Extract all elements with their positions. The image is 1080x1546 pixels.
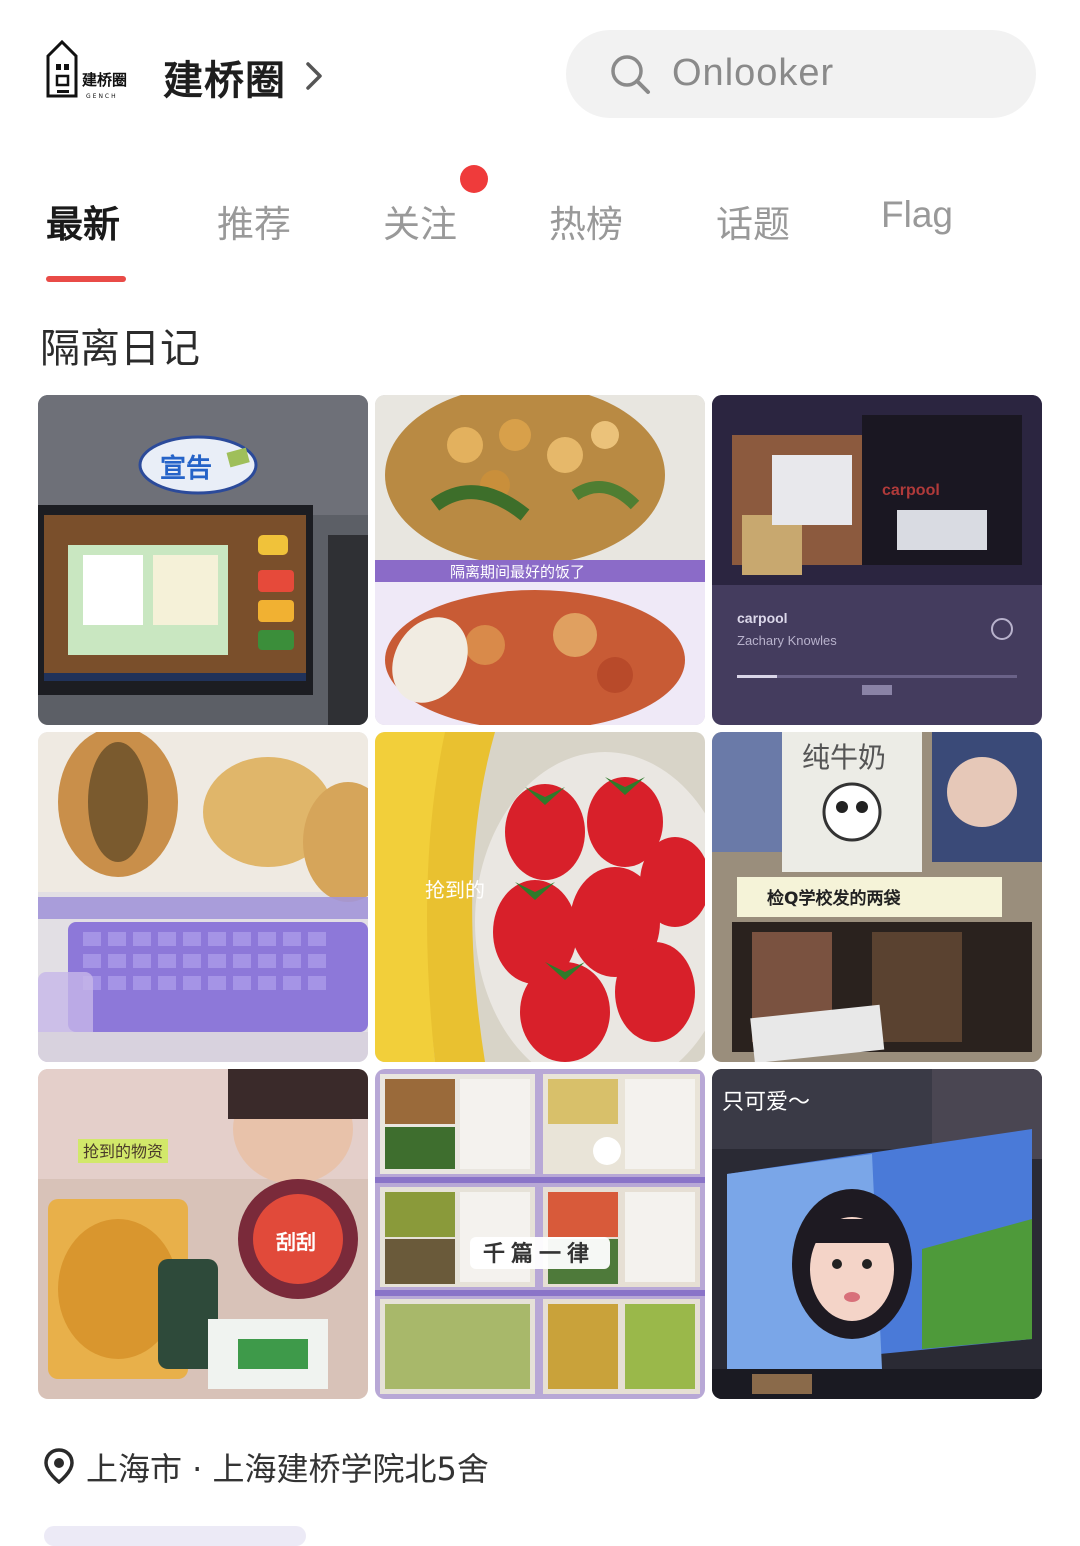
search-box[interactable]: Onlooker (566, 30, 1036, 118)
post-title: 隔离日记 (40, 326, 200, 372)
search-icon (611, 55, 650, 94)
topic-chip-partial[interactable] (44, 1526, 306, 1546)
post-image-2[interactable]: 隔离期间最好的饭了 (375, 395, 705, 725)
caption-cute: 只可爱～ (722, 1090, 810, 1115)
post-image-8[interactable]: 千篇一律 (375, 1069, 705, 1399)
caption-carpool: carpool (882, 482, 940, 499)
tab-topics[interactable]: 话题 (716, 194, 790, 248)
caption-milk: 检Q学校发的两袋 (767, 888, 901, 909)
location-pin-icon (44, 1448, 74, 1484)
image-grid: 宣告 隔离期间最好的饭了 carpool carpool Zachary Kno… (38, 395, 1042, 1400)
post-image-4[interactable] (38, 732, 368, 1062)
post-image-1[interactable]: 宣告 (38, 395, 368, 725)
tab-following[interactable]: 关注 (383, 194, 457, 248)
caption-strawberries: 抢到的 (425, 878, 485, 902)
location-text: 上海市 · 上海建桥学院北5舍 (86, 1450, 489, 1488)
notification-dot (460, 165, 488, 193)
post-image-3[interactable]: carpool carpool Zachary Knowles (712, 395, 1042, 725)
tab-bar: 最新 推荐 关注 热榜 话题 Flag (0, 170, 1080, 290)
song-artist: Zachary Knowles (737, 633, 837, 648)
search-placeholder: Onlooker (672, 52, 835, 94)
top-header: 建桥圈 GENCH 建桥圈 Onlooker (0, 0, 1080, 150)
logo-text: 建桥圈 (82, 71, 127, 89)
post-image-6[interactable]: 纯牛奶 检Q学校发的两袋 (712, 732, 1042, 1062)
tab-recommended[interactable]: 推荐 (217, 194, 291, 248)
post-image-5[interactable]: 抢到的 (375, 732, 705, 1062)
song-title: carpool (737, 610, 788, 626)
tab-hot-list[interactable]: 热榜 (549, 194, 623, 248)
tab-flag[interactable]: Flag (881, 194, 953, 236)
post-image-9[interactable]: 只可爱～ (712, 1069, 1042, 1399)
caption-best-meal: 隔离期间最好的饭了 (450, 563, 585, 581)
milk-text: 纯牛奶 (802, 741, 886, 774)
caption-snacks: 抢到的物资 (83, 1142, 163, 1161)
chevron-right-icon[interactable] (300, 58, 328, 94)
active-tab-indicator (46, 276, 126, 282)
gench-logo[interactable]: 建桥圈 GENCH (44, 38, 136, 102)
tab-latest[interactable]: 最新 (46, 194, 120, 248)
post-image-7[interactable]: 抢到的物资 刮刮 (38, 1069, 368, 1399)
caption-meal-boxes: 千篇一律 (483, 1241, 595, 1267)
svg-text:刮刮: 刮刮 (276, 1230, 316, 1254)
caption-announcement: 宣告 (160, 453, 212, 484)
logo-subtext: GENCH (86, 93, 118, 100)
circle-name[interactable]: 建桥圈 (163, 48, 286, 106)
